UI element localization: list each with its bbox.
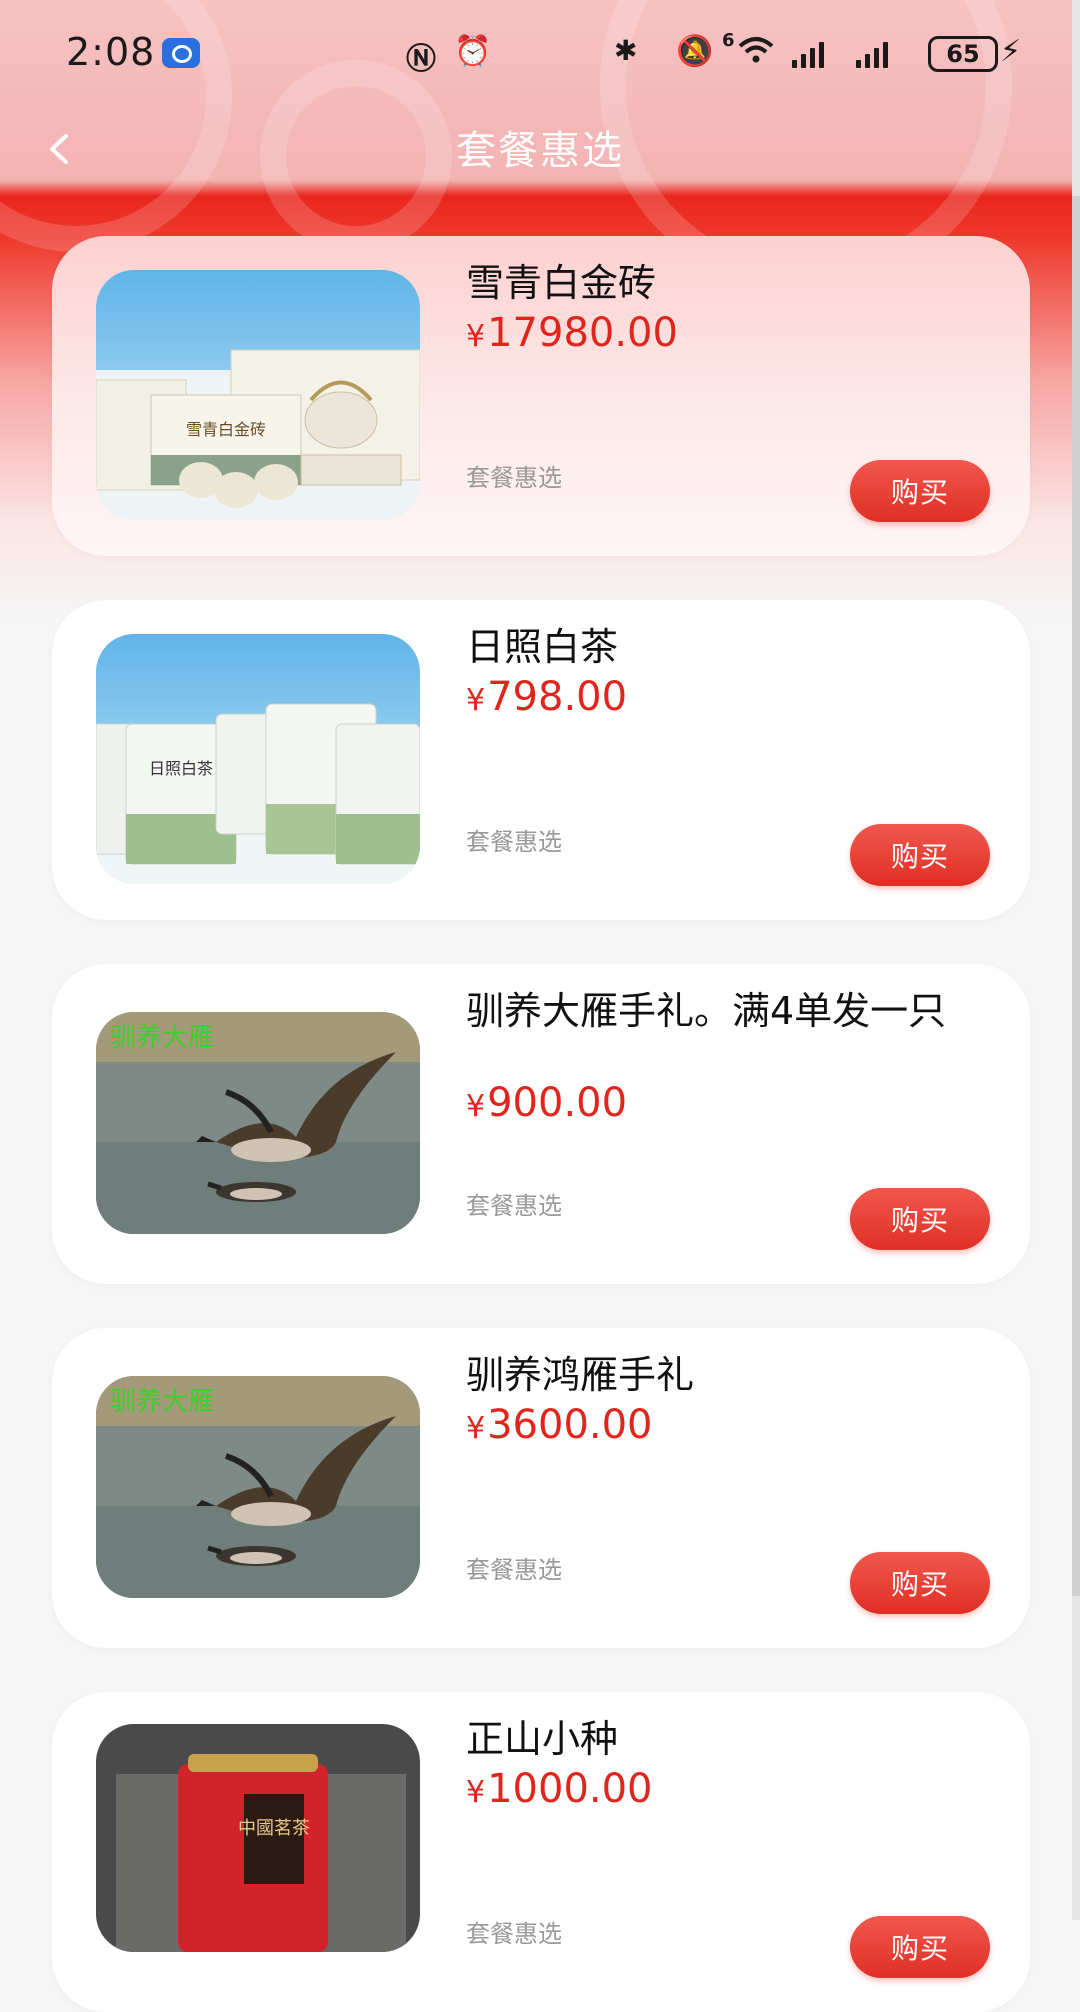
product-tag: 套餐惠选 <box>466 464 562 492</box>
charging-icon: ⚡ <box>1000 34 1022 69</box>
network-type-label: 6 <box>722 30 735 51</box>
page-title: 套餐惠选 <box>456 128 624 174</box>
product-tag: 套餐惠选 <box>466 1920 562 1948</box>
price-value: 798.00 <box>487 674 628 720</box>
price-value: 3600.00 <box>487 1402 653 1448</box>
status-bar: 2:08 Ⓝ ⏰ ✱ 🔕 6 65 ⚡ <box>0 0 1080 104</box>
price-value: 1000.00 <box>487 1766 653 1812</box>
currency-symbol: ¥ <box>466 1411 486 1446</box>
product-image: 驯养大雁 <box>96 1376 420 1598</box>
buy-button[interactable]: 购买 <box>850 1916 990 1978</box>
image-text: 雪青白金砖 <box>186 420 266 439</box>
app-notification-icon <box>162 38 200 68</box>
product-card[interactable]: 中國茗茶 正山小种 ¥1000.00 套餐惠选 购买 <box>52 1692 1030 2012</box>
product-card[interactable]: 日照白茶 日照白茶 ¥798.00 套餐惠选 购买 <box>52 600 1030 920</box>
scrollbar-thumb[interactable] <box>1072 196 1080 1596</box>
status-time: 2:08 <box>66 30 156 74</box>
image-text: 驯养大雁 <box>110 1387 214 1417</box>
product-price: ¥17980.00 <box>466 310 678 356</box>
signal-1-icon <box>792 38 824 68</box>
product-card[interactable]: 驯养大雁 驯养鸿雁手礼 ¥3600.00 套餐惠选 购买 <box>52 1328 1030 1648</box>
product-price: ¥900.00 <box>466 1080 627 1126</box>
product-card[interactable]: 雪青白金砖 雪青白金砖 ¥17980.00 套餐惠选 购买 <box>52 236 1030 556</box>
product-tag: 套餐惠选 <box>466 1192 562 1220</box>
currency-symbol: ¥ <box>466 319 486 354</box>
product-name: 驯养鸿雁手礼 <box>466 1353 695 1397</box>
signal-2-icon <box>856 38 888 68</box>
buy-button[interactable]: 购买 <box>850 460 990 522</box>
price-value: 17980.00 <box>487 310 678 356</box>
product-price: ¥798.00 <box>466 674 627 720</box>
currency-symbol: ¥ <box>466 1775 486 1810</box>
product-name: 日照白茶 <box>466 625 619 669</box>
buy-button[interactable]: 购买 <box>850 1552 990 1614</box>
image-text: 中國茗茶 <box>238 1818 310 1839</box>
nav-bar: 套餐惠选 <box>0 104 1080 200</box>
nfc-icon: Ⓝ <box>406 42 436 77</box>
product-name: 雪青白金砖 <box>466 261 657 305</box>
bluetooth-icon: ✱ <box>614 34 638 67</box>
image-text: 日照白茶 <box>149 759 213 778</box>
product-name: 驯养大雁手礼。满4单发一只 <box>466 989 947 1033</box>
mute-icon: 🔕 <box>676 34 714 69</box>
image-text: 驯养大雁 <box>110 1023 214 1053</box>
buy-button[interactable]: 购买 <box>850 824 990 886</box>
product-image: 驯养大雁 <box>96 1012 420 1234</box>
buy-button[interactable]: 购买 <box>850 1188 990 1250</box>
currency-symbol: ¥ <box>466 1089 486 1124</box>
wifi-icon <box>736 34 776 72</box>
alarm-icon: ⏰ <box>454 34 492 69</box>
product-price: ¥1000.00 <box>466 1766 653 1812</box>
product-tag: 套餐惠选 <box>466 1556 562 1584</box>
product-card[interactable]: 驯养大雁 驯养大雁手礼。满4单发一只 ¥900.00 套餐惠选 购买 <box>52 964 1030 1284</box>
product-image: 日照白茶 <box>96 634 420 884</box>
product-image: 中國茗茶 <box>96 1724 420 1952</box>
product-image: 雪青白金砖 <box>96 270 420 520</box>
product-tag: 套餐惠选 <box>466 828 562 856</box>
product-price: ¥3600.00 <box>466 1402 653 1448</box>
price-value: 900.00 <box>487 1080 628 1126</box>
currency-symbol: ¥ <box>466 683 486 718</box>
battery-indicator: 65 <box>928 36 998 72</box>
product-name: 正山小种 <box>466 1717 619 1761</box>
scrollbar[interactable] <box>1072 0 1080 1920</box>
